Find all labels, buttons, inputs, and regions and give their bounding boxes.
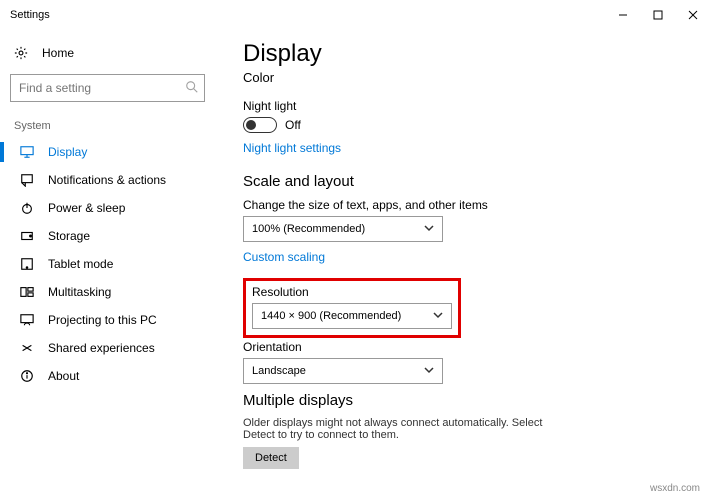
night-light-toggle[interactable] <box>243 117 277 133</box>
nav-label: Projecting to this PC <box>48 313 157 327</box>
nav-label: Multitasking <box>48 285 111 299</box>
about-icon <box>20 369 34 383</box>
nav-display[interactable]: Display <box>10 138 215 166</box>
nav-label: Tablet mode <box>48 257 113 271</box>
sidebar: Home System Display Notifications & acti… <box>0 30 215 500</box>
titlebar: Settings <box>0 0 710 30</box>
nav-label: About <box>48 369 79 383</box>
nav-label: Notifications & actions <box>48 173 166 187</box>
home-button[interactable]: Home <box>10 40 215 74</box>
nav-shared[interactable]: Shared experiences <box>10 334 215 362</box>
orientation-label: Orientation <box>243 340 710 354</box>
night-light-label: Night light <box>243 99 710 113</box>
nav-label: Storage <box>48 229 90 243</box>
display-icon <box>20 145 34 159</box>
search-wrap <box>10 74 205 102</box>
chevron-down-icon <box>424 365 434 378</box>
nav-notifications[interactable]: Notifications & actions <box>10 166 215 194</box>
multitasking-icon <box>20 285 34 299</box>
scale-header: Scale and layout <box>243 173 710 190</box>
resolution-highlight: Resolution 1440 × 900 (Recommended) <box>243 278 461 338</box>
window-title: Settings <box>10 9 50 21</box>
nav-tablet[interactable]: Tablet mode <box>10 250 215 278</box>
nav-label: Shared experiences <box>48 341 155 355</box>
detect-button[interactable]: Detect <box>243 447 299 469</box>
search-input[interactable] <box>10 74 205 102</box>
tablet-icon <box>20 257 34 271</box>
main-panel: Display Color Night light Off Night ligh… <box>215 30 710 500</box>
resolution-value: 1440 × 900 (Recommended) <box>261 310 401 322</box>
nav-power[interactable]: Power & sleep <box>10 194 215 222</box>
nav-label: Display <box>48 145 87 159</box>
gear-icon <box>14 46 28 60</box>
orientation-dropdown[interactable]: Landscape <box>243 358 443 384</box>
nav-about[interactable]: About <box>10 362 215 390</box>
scale-desc: Change the size of text, apps, and other… <box>243 198 710 212</box>
minimize-button[interactable] <box>605 0 640 30</box>
search-icon <box>185 80 199 97</box>
multiple-desc: Older displays might not always connect … <box>243 417 573 441</box>
night-light-settings-link[interactable]: Night light settings <box>243 141 341 155</box>
maximize-button[interactable] <box>640 0 675 30</box>
watermark: wsxdn.com <box>650 483 700 494</box>
page-title: Display <box>243 40 710 68</box>
chevron-down-icon <box>424 223 434 236</box>
nav-storage[interactable]: Storage <box>10 222 215 250</box>
section-label: System <box>14 120 215 132</box>
night-light-toggle-row: Off <box>243 117 710 133</box>
scale-value: 100% (Recommended) <box>252 223 365 235</box>
projecting-icon <box>20 313 34 327</box>
home-label: Home <box>42 46 74 60</box>
nav-projecting[interactable]: Projecting to this PC <box>10 306 215 334</box>
orientation-value: Landscape <box>252 365 306 377</box>
chevron-down-icon <box>433 310 443 323</box>
notifications-icon <box>20 173 34 187</box>
power-icon <box>20 201 34 215</box>
nav-list: Display Notifications & actions Power & … <box>10 138 215 390</box>
nav-multitasking[interactable]: Multitasking <box>10 278 215 306</box>
shared-icon <box>20 341 34 355</box>
resolution-dropdown[interactable]: 1440 × 900 (Recommended) <box>252 303 452 329</box>
scale-dropdown[interactable]: 100% (Recommended) <box>243 216 443 242</box>
night-light-state: Off <box>285 118 301 132</box>
storage-icon <box>20 229 34 243</box>
color-header: Color <box>243 70 710 85</box>
resolution-label: Resolution <box>252 285 452 299</box>
nav-label: Power & sleep <box>48 201 125 215</box>
multiple-header: Multiple displays <box>243 392 710 409</box>
close-button[interactable] <box>675 0 710 30</box>
custom-scaling-link[interactable]: Custom scaling <box>243 250 325 264</box>
window-controls <box>605 0 710 30</box>
